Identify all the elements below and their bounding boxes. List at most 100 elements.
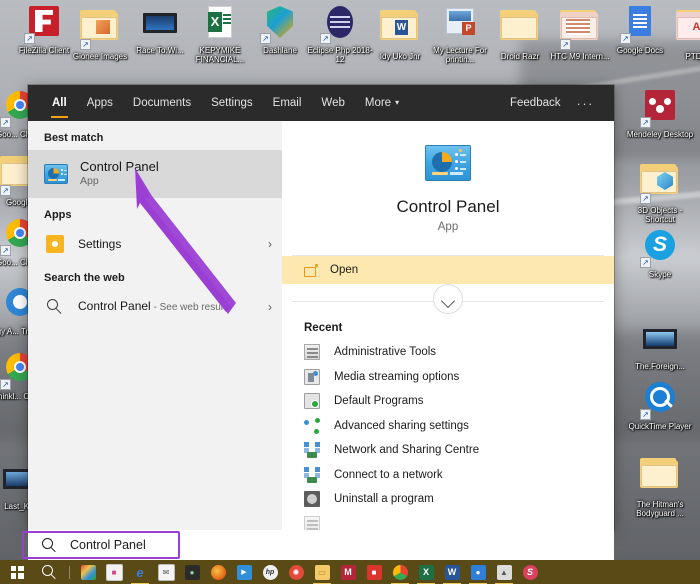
desktop-icon-ptdf[interactable]: A PTDF <box>660 4 700 61</box>
tab-settings[interactable]: Settings <box>201 85 263 121</box>
tab-web-label: Web <box>321 97 345 109</box>
taskbar-file-explorer-icon[interactable]: ▭ <box>309 560 335 584</box>
administrative-tools-icon <box>304 344 320 361</box>
dashlane-icon: ↗ <box>260 4 300 44</box>
desktop-icon-mendeley[interactable]: ↗ Mendeley Desktop <box>624 88 696 139</box>
desktop-icon-label: PTDF <box>685 52 700 61</box>
taskbar-media-player-icon[interactable]: ▶ <box>231 560 257 584</box>
recent-item-connect-to-a-network[interactable]: Connect to a network <box>282 463 614 488</box>
taskbar-search-icon[interactable] <box>34 560 64 584</box>
windows-start-icon[interactable] <box>0 560 34 584</box>
desktop-icon-label: The Hitman's Bodyguard ... <box>636 500 684 518</box>
taskbar-teams-icon[interactable]: ● <box>465 560 491 584</box>
chevron-down-icon: ▾ <box>395 98 400 107</box>
partial-item-icon <box>304 515 320 530</box>
recent-item-media-streaming-options[interactable]: Media streaming options <box>282 365 614 390</box>
control-panel-icon <box>425 145 471 181</box>
chevron-right-icon[interactable]: › <box>262 300 272 314</box>
recent-item-label: Uninstall a program <box>334 493 434 506</box>
recent-item-default-programs[interactable]: Default Programs <box>282 389 614 414</box>
tab-more[interactable]: More ▾ <box>355 85 409 121</box>
desktop-icon-label: The.Foreign... <box>635 362 685 371</box>
result-text: Control Panel - See web results <box>78 299 262 315</box>
desktop-icon-skype[interactable]: S ↗ Skype <box>624 228 696 279</box>
open-action-button[interactable]: Open <box>282 256 614 284</box>
result-title: Settings <box>78 237 122 251</box>
folder-icon: A <box>676 10 700 50</box>
chevron-down-icon[interactable] <box>433 284 463 314</box>
filezilla-icon: ↗ <box>24 4 64 44</box>
result-settings[interactable]: Settings › <box>28 227 282 261</box>
folder-icon <box>500 10 540 50</box>
result-control-panel[interactable]: Control Panel App <box>28 150 282 198</box>
feedback-button[interactable]: Feedback <box>500 97 571 109</box>
settings-gear-icon <box>44 233 66 255</box>
taskbar-paint-icon[interactable]: ✺ <box>283 560 309 584</box>
recent-header: Recent <box>304 322 343 334</box>
recent-item-label: Network and Sharing Centre <box>334 444 480 457</box>
best-match-header: Best match <box>44 132 104 144</box>
search-input[interactable]: Control Panel <box>70 538 146 552</box>
taskbar-photos-icon[interactable] <box>75 560 101 584</box>
expand-actions-row <box>282 284 614 318</box>
tab-email[interactable]: Email <box>263 85 312 121</box>
powerpoint-file-icon: P <box>440 4 480 44</box>
open-action-label: Open <box>330 264 359 276</box>
video-file-icon <box>140 4 180 44</box>
skype-icon: S ↗ <box>640 228 680 268</box>
preview-title: Control Panel <box>396 197 500 216</box>
result-subtitle: App <box>80 175 99 187</box>
search-input-wrapper[interactable]: Control Panel <box>28 530 146 560</box>
recent-item-network-and-sharing-centre[interactable]: Network and Sharing Centre <box>282 438 614 463</box>
search-the-web-header: Search the web <box>44 272 125 284</box>
taskbar-firefox-icon[interactable] <box>205 560 231 584</box>
quicktime-icon: ↗ <box>640 380 680 420</box>
tab-apps[interactable]: Apps <box>77 85 123 121</box>
tab-all[interactable]: All <box>42 85 77 121</box>
taskbar-edge-icon[interactable]: e <box>127 560 153 584</box>
recent-item-label: Media streaming options <box>334 370 460 383</box>
overflow-menu-button[interactable]: ··· <box>571 96 603 111</box>
desktop-icon-label: QuickTime Player <box>628 422 692 431</box>
taskbar-word-icon[interactable]: W <box>439 560 465 584</box>
search-icon <box>42 537 57 553</box>
taskbar-mail-icon[interactable]: ✉ <box>153 560 179 584</box>
recent-item-label: Administrative Tools <box>334 346 437 359</box>
search-filter-tabbar: All Apps Documents Settings Email Web Mo… <box>28 85 614 121</box>
app-preview: Control Panel App <box>282 121 614 233</box>
uninstall-program-icon <box>304 491 320 508</box>
taskbar-chrome-icon[interactable] <box>387 560 413 584</box>
taskbar-excel-icon[interactable]: X <box>413 560 439 584</box>
apps-header: Apps <box>44 209 72 221</box>
chevron-right-icon[interactable]: › <box>262 237 272 251</box>
tab-documents[interactable]: Documents <box>123 85 201 121</box>
taskbar-pdf-icon[interactable]: ■ <box>361 560 387 584</box>
web-query-text: Control Panel <box>78 299 151 313</box>
desktop-icon-the-foreign[interactable]: The.Foreign... <box>624 320 696 371</box>
desktop-icon-hitmans-bodyguard[interactable]: The Hitman's Bodyguard ... <box>624 452 696 518</box>
recent-item-administrative-tools[interactable]: Administrative Tools <box>282 340 614 365</box>
network-sharing-icon <box>304 442 320 459</box>
screen: ↗ FileZilla Client ↗ Gionee Images Race … <box>0 0 700 584</box>
recent-item-uninstall-a-program[interactable]: Uninstall a program <box>282 487 614 512</box>
taskbar-camera-icon[interactable]: ● <box>179 560 205 584</box>
taskbar: ■ e ✉ ● ▶ hp ✺ ▭ M ■ X W ● ▲ S <box>0 560 700 584</box>
result-title: Control Panel <box>80 159 159 174</box>
taskbar-search-box[interactable]: Control Panel <box>28 530 614 560</box>
folder-icon <box>640 458 680 498</box>
recent-item-partial[interactable] <box>282 512 614 530</box>
default-programs-icon <box>304 393 320 410</box>
tab-web[interactable]: Web <box>311 85 354 121</box>
taskbar-store-icon[interactable]: ■ <box>101 560 127 584</box>
taskbar-hp-icon[interactable]: hp <box>257 560 283 584</box>
desktop-icon-3d-objects[interactable]: ↗ 3D Objects - Shortcut <box>624 158 696 224</box>
recent-item-advanced-sharing-settings[interactable]: Advanced sharing settings <box>282 414 614 439</box>
folder-icon: ↗ <box>80 10 120 50</box>
desktop-icon-quicktime[interactable]: ↗ QuickTime Player <box>624 380 696 431</box>
windows-search-flyout: All Apps Documents Settings Email Web Mo… <box>28 85 614 530</box>
taskbar-image-viewer-icon[interactable]: ▲ <box>491 560 517 584</box>
result-web-control-panel[interactable]: Control Panel - See web results › <box>28 290 282 324</box>
taskbar-sublime-icon[interactable]: S <box>517 560 543 584</box>
taskbar-mendeley-icon[interactable]: M <box>335 560 361 584</box>
search-preview-pane: Control Panel App Open Recent Administra… <box>282 121 614 530</box>
